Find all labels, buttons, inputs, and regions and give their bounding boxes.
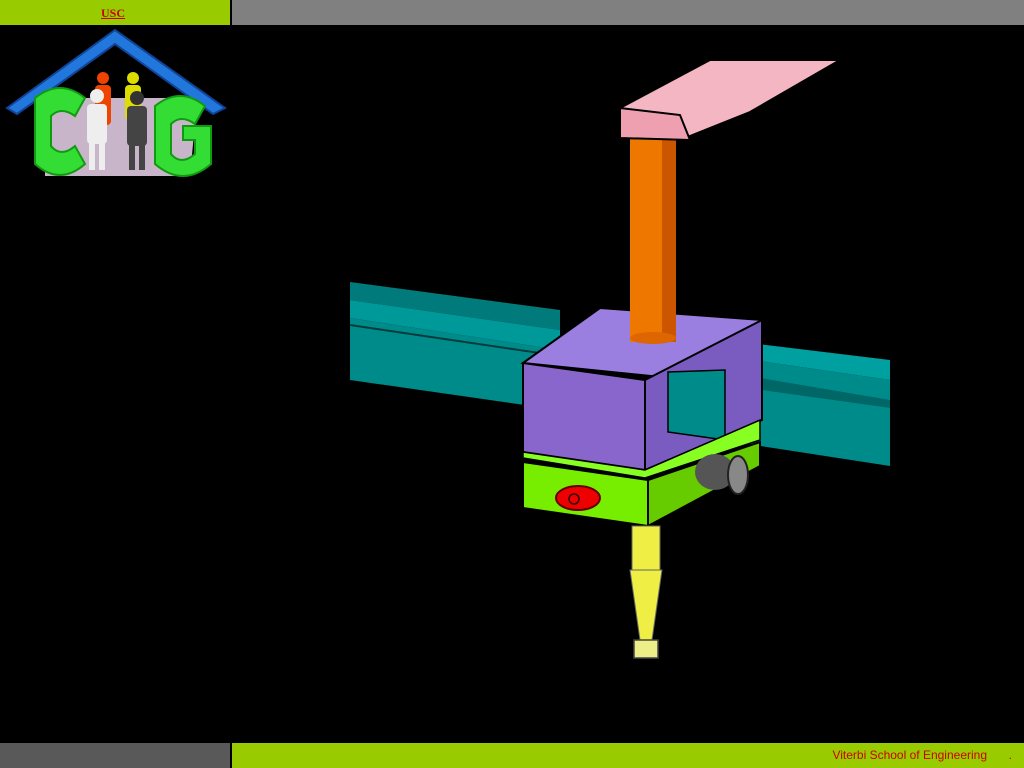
footer-left-bar	[0, 743, 230, 768]
footer-text: Viterbi School of Engineering	[832, 748, 987, 762]
gantry-robot-3d-model-icon	[349, 59, 890, 659]
footer-trailing-dot: .	[1008, 748, 1012, 762]
